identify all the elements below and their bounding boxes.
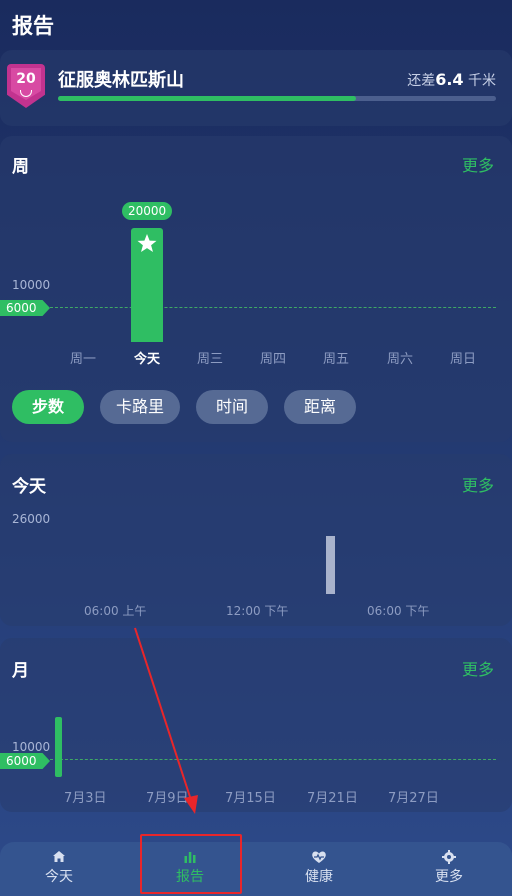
annotation-arrow-icon: [134, 627, 198, 814]
tab-label-health: 健康: [305, 869, 333, 885]
tab-today[interactable]: 今天: [14, 842, 104, 886]
tab-label-today: 今天: [45, 869, 73, 885]
tab-label-more: 更多: [435, 869, 463, 885]
gear-icon: [442, 850, 456, 864]
tab-more[interactable]: 更多: [404, 842, 494, 886]
annotation-highlight-box: [140, 834, 242, 894]
home-icon: [53, 851, 65, 862]
tab-health[interactable]: 健康: [274, 842, 364, 886]
bottom-tab-bar: 今天 报告 健康 更多: [0, 842, 512, 896]
heart-pulse-icon: [312, 851, 326, 863]
